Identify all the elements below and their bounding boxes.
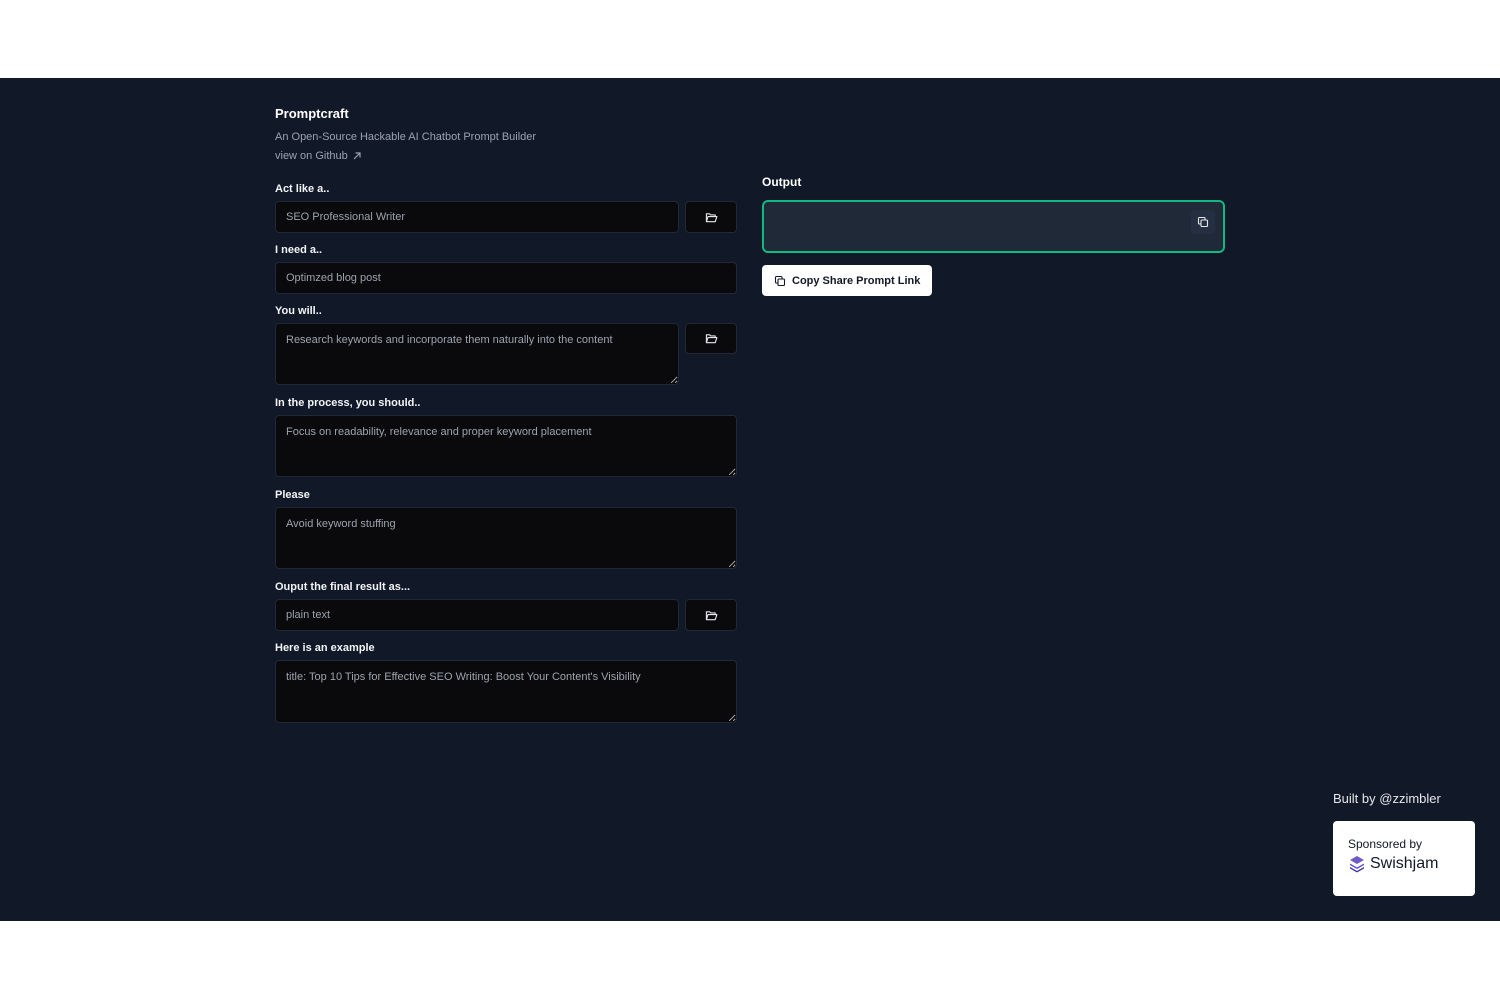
folder-open-icon [705,610,717,620]
example-textarea[interactable] [275,660,737,723]
you-will-preset-button[interactable] [685,323,737,354]
copy-icon [774,275,786,286]
swishjam-logo-icon [1350,856,1364,873]
example-label: Here is an example [275,642,375,654]
arrow-up-right-icon [353,152,361,160]
output-format-input[interactable] [275,599,679,631]
you-will-textarea[interactable] [275,323,679,385]
act-like-preset-button[interactable] [685,201,737,233]
output-format-preset-button[interactable] [685,599,737,631]
github-link-label: view on Github [275,150,348,162]
in-process-label: In the process, you should.. [275,397,421,409]
act-like-input[interactable] [275,201,679,233]
copy-share-link-button[interactable]: Copy Share Prompt Link [762,265,933,296]
please-label: Please [275,489,310,501]
i-need-input[interactable] [275,262,737,294]
sponsor-logo: Swishjam [1348,855,1460,873]
in-process-textarea[interactable] [275,415,737,477]
output-label: Output [762,175,802,189]
sponsor-card[interactable]: Sponsored by Swishjam [1333,821,1475,896]
folder-open-icon [705,212,717,222]
copy-share-link-label: Copy Share Prompt Link [792,274,921,287]
output-format-label: Ouput the final result as... [275,581,411,593]
i-need-label: I need a.. [275,244,323,256]
output-box[interactable] [762,200,1225,253]
act-like-label: Act like a.. [275,183,330,195]
app-container: Promptcraft An Open-Source Hackable AI C… [0,78,1500,921]
copy-icon [1197,216,1209,228]
you-will-label: You will.. [275,305,322,317]
built-by-link[interactable]: Built by @zzimbler [1333,791,1441,806]
app-title: Promptcraft [275,106,349,121]
github-link[interactable]: view on Github [275,150,362,162]
output-copy-button[interactable] [1191,210,1215,234]
sponsor-name: Swishjam [1370,855,1439,872]
please-textarea[interactable] [275,507,737,569]
folder-open-icon [705,334,717,344]
sponsored-by-label: Sponsored by [1348,837,1423,851]
app-subtitle: An Open-Source Hackable AI Chatbot Promp… [275,131,537,143]
